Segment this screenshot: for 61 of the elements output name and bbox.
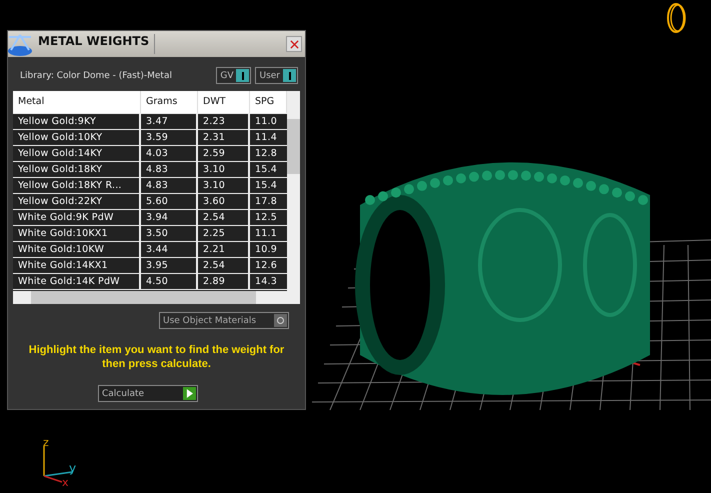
table-cell: Yellow Gold:18KY R...	[13, 178, 141, 193]
column-header[interactable]: DWT	[198, 91, 250, 113]
table-cell: Yellow Gold:18KY	[13, 162, 141, 177]
table-cell: 2.54	[198, 258, 250, 273]
table-cell-text: 12.6	[254, 259, 278, 273]
table-cell: 2.21	[198, 242, 250, 257]
horizontal-scrollbar[interactable]	[13, 291, 300, 304]
table-cell: 3.10	[198, 178, 250, 193]
library-label: Library: Color Dome - (Fast)-Metal	[20, 70, 172, 80]
table-cell-text: 14.3	[254, 275, 278, 289]
table-cell: Yellow Gold:10KY	[13, 130, 141, 145]
table-cell: 3.94	[141, 210, 198, 225]
table-cell: White Gold:9K PdW	[13, 210, 141, 225]
calculate-button[interactable]: Calculate	[98, 385, 198, 402]
table-cell: 2.54	[198, 210, 250, 225]
table-cell: 3.50	[141, 226, 198, 241]
table-cell-text: 15.4	[254, 179, 278, 193]
column-header[interactable]: Grams	[141, 91, 198, 113]
table-cell: Yellow Gold:14KY	[13, 146, 141, 161]
table-cell-text: 11.1	[254, 227, 278, 241]
table-cell: 4.83	[141, 178, 198, 193]
table-cell: White Gold:14K PdW	[13, 274, 141, 289]
table-cell-text: 15.4	[254, 163, 278, 177]
table-cell: 4.50	[141, 274, 198, 289]
table-cell: 3.10	[198, 162, 250, 177]
close-button[interactable]	[286, 36, 302, 52]
table-cell: 4.03	[141, 146, 198, 161]
table-cell: 2.89	[198, 274, 250, 289]
table-cell: 3.59	[141, 130, 198, 145]
table-cell: 5.60	[141, 194, 198, 209]
toggle-button[interactable]: GV	[216, 67, 252, 84]
table-cell: 2.59	[198, 146, 250, 161]
table-cell: 2.23	[198, 114, 250, 129]
play-icon	[186, 389, 193, 398]
ring-outline-icon	[664, 2, 688, 34]
table-cell: 3.60	[198, 194, 250, 209]
table-cell: 2.31	[198, 130, 250, 145]
table-cell-text: 11.4	[254, 131, 278, 145]
table-cell: 3.47	[141, 114, 198, 129]
toggle-button[interactable]: User	[255, 67, 298, 84]
table-cell: 3.44	[141, 242, 198, 257]
table-cell: 2.25	[198, 226, 250, 241]
table-cell: Yellow Gold:9KY	[13, 114, 141, 129]
table-cell: Yellow Gold:22KY	[13, 194, 141, 209]
table-cell-text: 10.9	[254, 243, 278, 257]
table-cell-text: 12.5	[254, 211, 278, 225]
close-icon	[290, 40, 298, 48]
axis-gizmo-drawing: z y x	[40, 436, 90, 486]
table-cell: 4.83	[141, 162, 198, 177]
use-object-materials-checkbox[interactable]: Use Object Materials	[159, 312, 289, 329]
table-cell: White Gold:10KX1	[13, 226, 141, 241]
table-cell-text: 11.0	[254, 115, 278, 129]
column-header[interactable]: Metal	[13, 91, 141, 113]
table-cell: White Gold:10KW	[13, 242, 141, 257]
table-cell-text: 17.8	[254, 195, 278, 209]
table-cell-text: 12.8	[254, 147, 278, 161]
table-cell: 3.95	[141, 258, 198, 273]
table-cell: White Gold:14KX1	[13, 258, 141, 273]
vertical-scrollbar[interactable]	[287, 91, 300, 291]
window-title: METAL WEIGHTS	[38, 33, 150, 48]
instruction-text: Highlight the item you want to find the weight for then press calculate.	[28, 343, 286, 371]
